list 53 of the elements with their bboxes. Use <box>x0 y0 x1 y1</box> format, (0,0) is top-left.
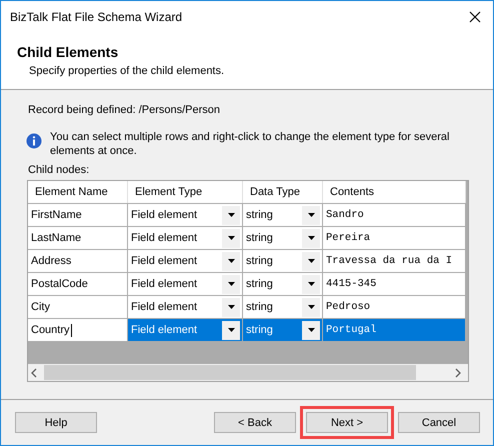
dropdown-caret-icon[interactable] <box>228 328 234 332</box>
page-subtitle: Specify properties of the child elements. <box>29 65 226 77</box>
element-type-dropdown[interactable]: Field element <box>128 227 243 249</box>
data-type-dropdown[interactable]: string <box>243 273 323 295</box>
table-cell: PostalCode <box>28 273 128 295</box>
table-cell: City <box>28 296 128 318</box>
dropdown-caret-icon[interactable] <box>228 213 234 217</box>
page-heading: Child Elements <box>17 44 120 60</box>
help-button[interactable]: Help <box>15 412 97 433</box>
record-label: Record being defined: /Persons/Person <box>28 104 222 116</box>
dropdown-caret-icon[interactable] <box>308 328 314 332</box>
column-header[interactable]: Data Type <box>243 181 323 203</box>
dropdown-caret-icon[interactable] <box>308 282 314 286</box>
data-type-dropdown[interactable]: string <box>243 227 323 249</box>
close-icon[interactable] <box>469 10 481 22</box>
dropdown-caret-icon[interactable] <box>228 236 234 240</box>
info-message: You can select multiple rows and right-click to change the element type for several elements at once. <box>50 130 450 158</box>
dropdown-caret-icon[interactable] <box>228 305 234 309</box>
table-cell: Sandro <box>323 204 466 226</box>
data-type-dropdown[interactable]: string <box>243 250 323 272</box>
next-button[interactable]: Next > <box>306 412 388 433</box>
element-type-dropdown[interactable]: Field element <box>128 273 243 295</box>
column-header[interactable]: Contents <box>323 181 466 203</box>
column-header[interactable]: Element Type <box>128 181 243 203</box>
element-type-dropdown[interactable]: Field element <box>128 296 243 318</box>
name-input-field[interactable]: Country <box>28 319 128 341</box>
info-icon <box>26 133 42 149</box>
dropdown-caret-icon[interactable] <box>308 259 314 263</box>
element-type-dropdown[interactable]: Field element <box>128 204 243 226</box>
table-cell: Pedroso <box>323 296 466 318</box>
data-type-dropdown[interactable]: string <box>243 296 323 318</box>
window-title: BizTalk Flat File Schema Wizard <box>10 10 182 24</box>
table-cell: FirstName <box>28 204 128 226</box>
element-type-dropdown[interactable]: Field element <box>128 319 243 341</box>
table-cell: Travessa da rua da I <box>323 250 466 272</box>
dropdown-caret-icon[interactable] <box>308 213 314 217</box>
table-cell: 4415-345 <box>323 273 466 295</box>
child-nodes-label: Child nodes: <box>28 164 90 176</box>
dropdown-caret-icon[interactable] <box>228 282 234 286</box>
dropdown-caret-icon[interactable] <box>308 305 314 309</box>
table-cell: Portugal <box>323 319 466 341</box>
cancel-button[interactable]: Cancel <box>398 412 480 433</box>
column-header[interactable]: Element Name <box>28 181 128 203</box>
dropdown-caret-icon[interactable] <box>308 236 314 240</box>
table-cell: Address <box>28 250 128 272</box>
data-type-dropdown[interactable]: string <box>243 319 323 341</box>
data-type-dropdown[interactable]: string <box>243 204 323 226</box>
horizontal-scrollbar[interactable] <box>28 364 468 381</box>
dropdown-caret-icon[interactable] <box>228 259 234 263</box>
back-button[interactable]: < Back <box>214 412 296 433</box>
table-cell: Pereira <box>323 227 466 249</box>
element-type-dropdown[interactable]: Field element <box>128 250 243 272</box>
table-cell: LastName <box>28 227 128 249</box>
